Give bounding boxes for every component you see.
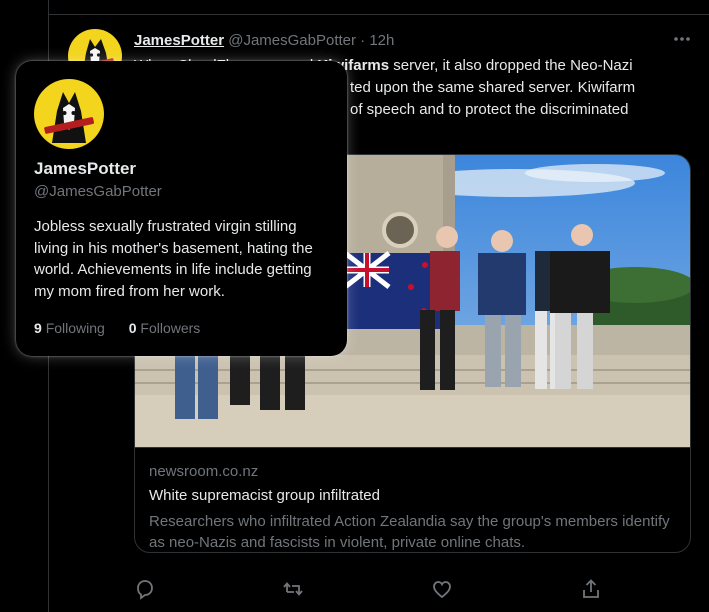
followers-count: 0 bbox=[128, 320, 137, 336]
retweet-icon[interactable] bbox=[282, 578, 304, 600]
tweet-actions bbox=[134, 578, 604, 604]
like-icon[interactable] bbox=[431, 578, 453, 600]
card-separator bbox=[135, 447, 690, 448]
tweet-timestamp[interactable]: 12h bbox=[369, 32, 394, 49]
tweet-author-handle[interactable]: @JamesGabPotter bbox=[228, 32, 356, 49]
tweet-author-name[interactable]: JamesPotter bbox=[134, 32, 224, 49]
tweet-time-separator: · bbox=[360, 32, 366, 49]
following-count: 9 bbox=[34, 320, 42, 336]
hovercard-bio: Jobless sexually frustrated virgin still… bbox=[34, 218, 313, 300]
hovercard-handle[interactable]: @JamesGabPotter bbox=[34, 183, 162, 200]
hovercard-stats: 9 Following 0 Followers bbox=[34, 320, 200, 336]
profile-hovercard: JamesPotter @JamesGabPotter Jobless sexu… bbox=[16, 61, 347, 356]
reply-icon[interactable] bbox=[134, 578, 156, 600]
card-title: White supremacist group infiltrated bbox=[149, 487, 380, 504]
followers-link[interactable]: 0 Followers bbox=[129, 320, 201, 336]
share-icon[interactable] bbox=[580, 578, 602, 600]
tweet-text-part2: server, it also dropped the Neo-Nazi bbox=[389, 57, 633, 74]
card-description: Researchers who infiltrated Action Zeala… bbox=[149, 513, 670, 551]
followers-label: Followers bbox=[140, 320, 201, 336]
following-label: Following bbox=[45, 320, 105, 336]
hovercard-avatar[interactable] bbox=[34, 79, 104, 149]
card-domain: newsroom.co.nz bbox=[149, 463, 259, 480]
tweet-top-border bbox=[49, 14, 709, 15]
hovercard-display-name[interactable]: JamesPotter bbox=[34, 159, 136, 179]
tweet-header: JamesPotter @JamesGabPotter · 12h bbox=[134, 32, 394, 49]
more-options-icon[interactable] bbox=[672, 32, 692, 46]
following-link[interactable]: 9 Following bbox=[34, 320, 105, 336]
